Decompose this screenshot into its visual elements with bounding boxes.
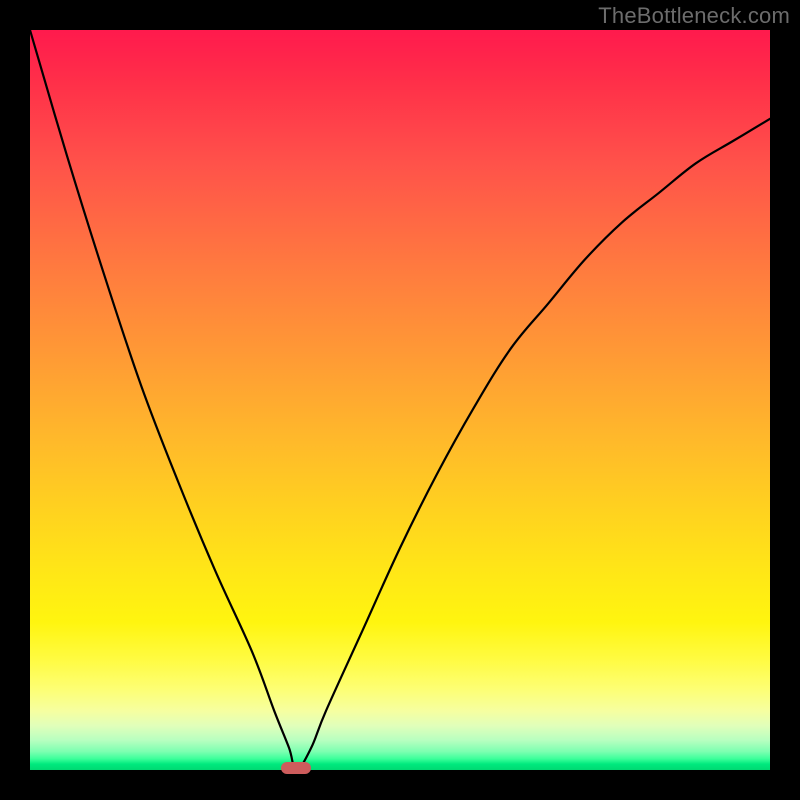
bottleneck-curve (30, 30, 770, 770)
chart-frame: TheBottleneck.com (0, 0, 800, 800)
watermark-text: TheBottleneck.com (598, 3, 790, 29)
min-marker (281, 762, 311, 774)
curve-path (30, 30, 770, 770)
plot-area (30, 30, 770, 770)
